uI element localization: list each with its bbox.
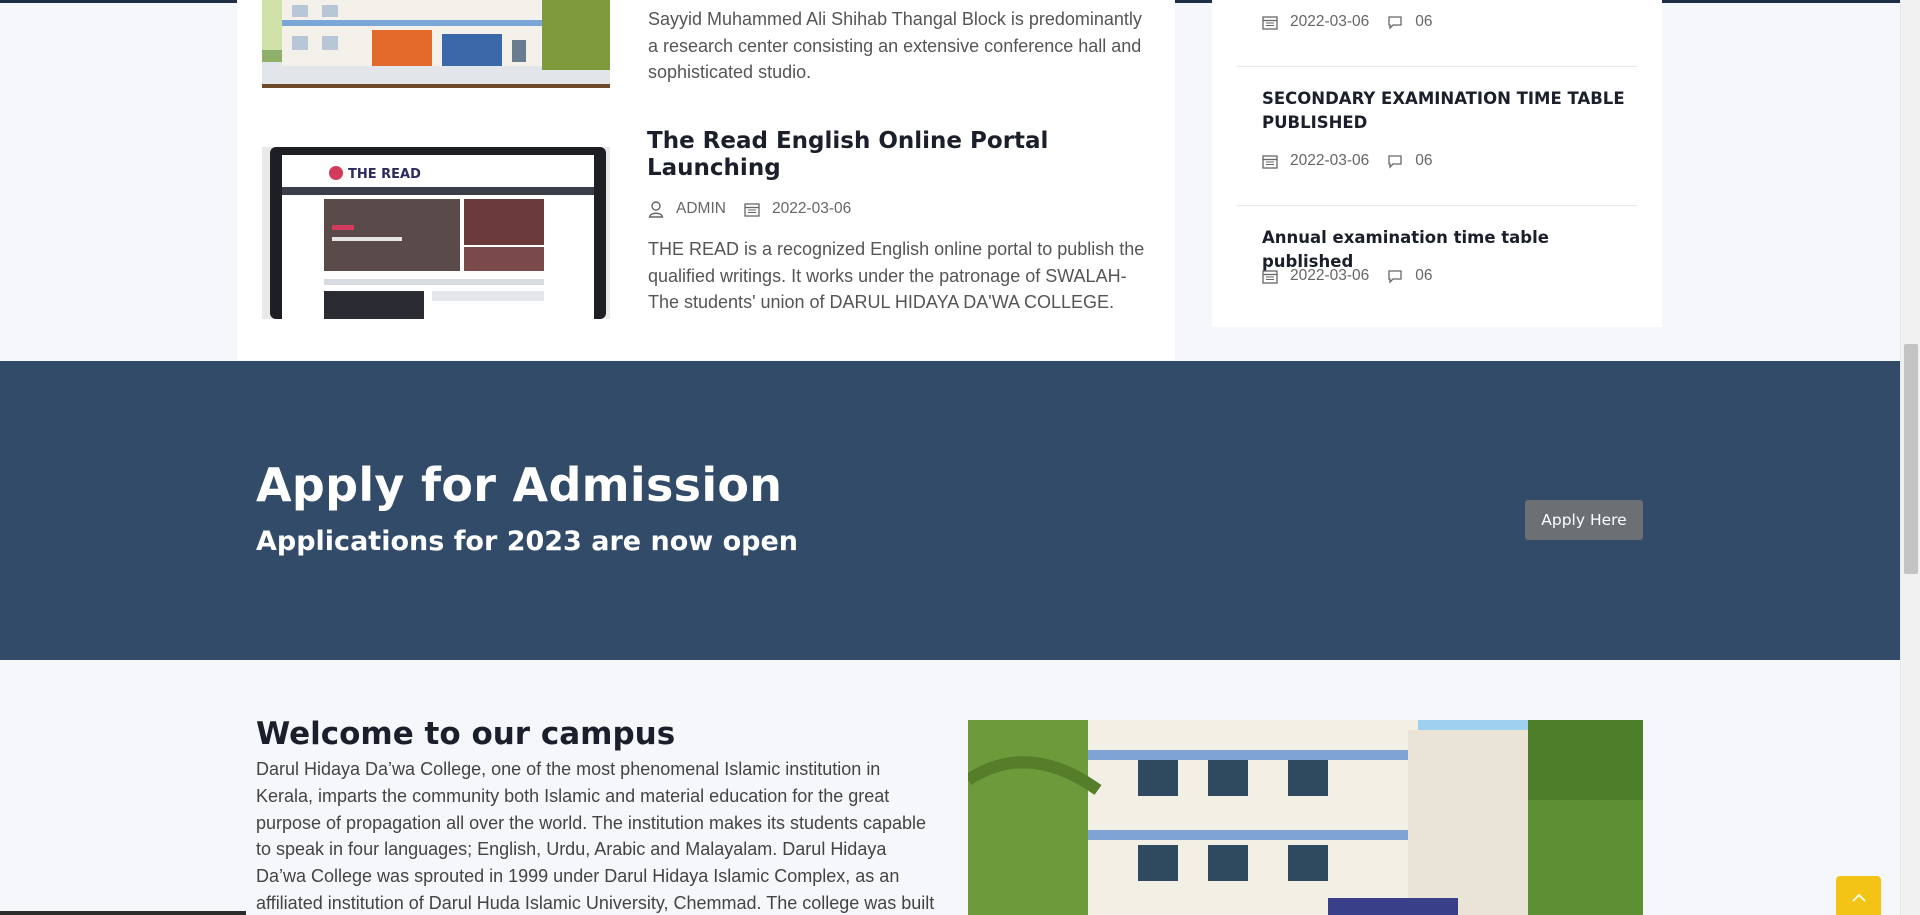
sidebar-item-meta-2: 2022-03-06 06 bbox=[1262, 152, 1451, 170]
sidebar-divider bbox=[1237, 66, 1637, 67]
apply-here-button[interactable]: Apply Here bbox=[1525, 500, 1643, 540]
news-excerpt-1: Sayyid Muhammed Ali Shihab Thangal Block… bbox=[648, 9, 1142, 82]
portal-logo-text: THE READ bbox=[348, 167, 421, 182]
calendar-icon bbox=[1262, 154, 1278, 169]
welcome-title: Welcome to our campus bbox=[256, 716, 676, 752]
calendar-icon bbox=[1262, 15, 1278, 30]
campus-image bbox=[968, 720, 1643, 915]
comment-icon bbox=[1387, 154, 1403, 169]
news-meta-2: ADMIN 2022-03-06 bbox=[648, 200, 869, 218]
news-excerpt-2: THE READ is a recognized English online … bbox=[648, 239, 1145, 312]
admission-title: Apply for Admission bbox=[256, 458, 783, 512]
sidebar-item-date: 2022-03-06 bbox=[1290, 13, 1370, 30]
news-date: 2022-03-06 bbox=[771, 200, 852, 217]
welcome-text: Darul Hidaya Da’wa College, one of the m… bbox=[256, 759, 935, 913]
comment-icon bbox=[1387, 269, 1403, 284]
sidebar-item-date: 2022-03-06 bbox=[1290, 152, 1370, 169]
sidebar-item-comments: 06 bbox=[1415, 267, 1433, 284]
page-scrollbar[interactable] bbox=[1900, 0, 1920, 915]
sidebar-item-comments: 06 bbox=[1415, 13, 1433, 30]
admission-subtitle: Applications for 2023 are now open bbox=[256, 526, 799, 557]
bottom-strip bbox=[0, 911, 246, 915]
user-icon bbox=[648, 200, 664, 218]
sidebar-item-comments: 06 bbox=[1415, 152, 1433, 169]
sidebar-item-meta-1: 2022-03-06 06 bbox=[1262, 13, 1451, 31]
sidebar-item-title-2[interactable]: SECONDARY EXAMINATION TIME TABLE PUBLISH… bbox=[1262, 87, 1637, 135]
news-title-2[interactable]: The Read English Online Portal Launching bbox=[647, 128, 1077, 182]
comment-icon bbox=[1387, 15, 1403, 30]
scrollbar-thumb[interactable] bbox=[1904, 344, 1918, 574]
news-thumbnail-the-read[interactable]: THE READ bbox=[262, 147, 610, 319]
chevron-up-icon bbox=[1851, 890, 1867, 908]
sidebar-item-date: 2022-03-06 bbox=[1290, 267, 1370, 284]
calendar-icon bbox=[744, 202, 760, 217]
news-thumbnail-building[interactable] bbox=[262, 0, 610, 88]
news-author[interactable]: ADMIN bbox=[676, 200, 726, 218]
calendar-icon bbox=[1262, 269, 1278, 284]
scroll-to-top-button[interactable] bbox=[1836, 876, 1881, 915]
building-image bbox=[262, 0, 610, 88]
sidebar-item-meta-3: 2022-03-06 06 bbox=[1262, 267, 1451, 285]
laptop-portal-image: THE READ bbox=[262, 147, 610, 319]
sidebar-divider bbox=[1237, 205, 1637, 206]
